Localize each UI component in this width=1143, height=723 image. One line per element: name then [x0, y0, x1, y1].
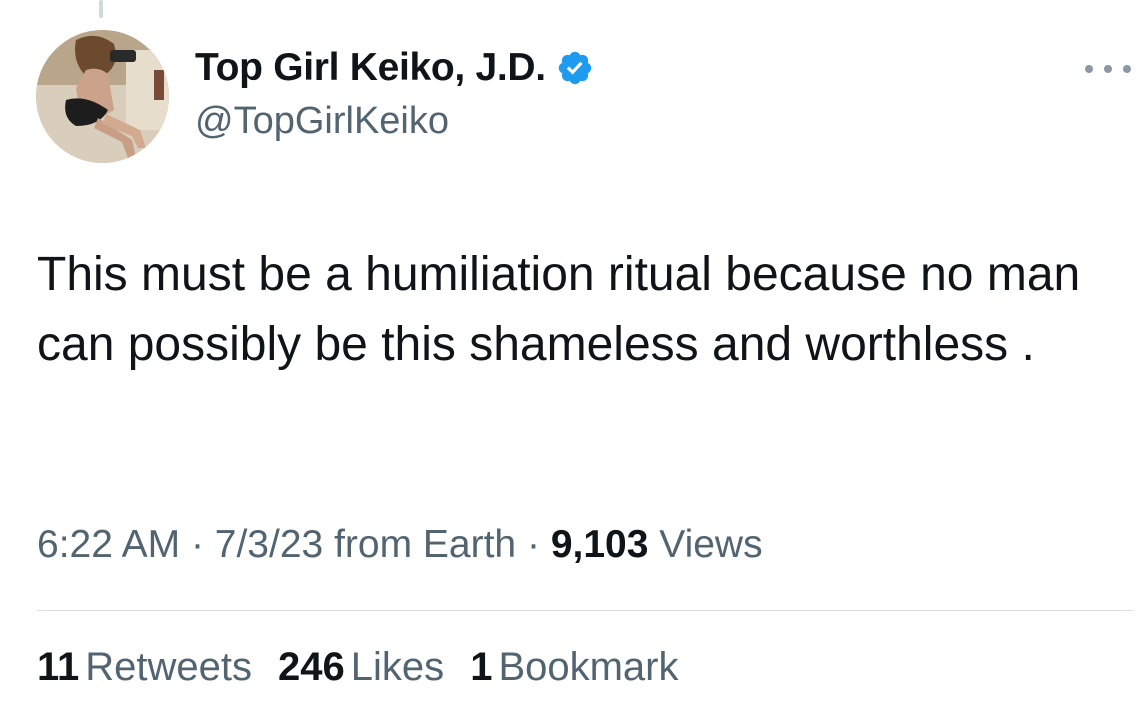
bookmarks-label: Bookmark	[498, 645, 679, 689]
verified-badge-icon	[556, 49, 594, 87]
author-display-name[interactable]: Top Girl Keiko, J.D.	[195, 46, 546, 90]
author-name-row[interactable]: Top Girl Keiko, J.D.	[195, 46, 594, 90]
more-dot	[1123, 65, 1131, 73]
likes-stat[interactable]: 246 Likes	[278, 645, 444, 690]
tweet-time[interactable]: 6:22 AM	[37, 523, 180, 566]
likes-count: 246	[278, 645, 345, 689]
bookmarks-count: 1	[470, 645, 493, 689]
retweets-label: Retweets	[85, 645, 253, 689]
views-label[interactable]: Views	[659, 523, 762, 566]
more-dot	[1085, 65, 1093, 73]
tweet-date[interactable]: 7/3/23	[215, 523, 323, 566]
views-count[interactable]: 9,103	[551, 523, 649, 566]
divider	[37, 610, 1133, 611]
more-dot	[1104, 65, 1112, 73]
avatar-image	[36, 30, 169, 163]
tweet-text: This must be a humiliation ritual becaus…	[37, 248, 1081, 371]
bookmarks-stat[interactable]: 1 Bookmark	[470, 645, 678, 690]
more-options-icon[interactable]	[1085, 58, 1131, 80]
author-handle[interactable]: @TopGirlKeiko	[195, 100, 449, 143]
tweet-meta: 6:22 AM · 7/3/23 from Earth · 9,103 View…	[37, 523, 763, 567]
tweet-source: from Earth	[334, 523, 517, 566]
retweets-count: 11	[37, 645, 80, 689]
thread-connector-line	[99, 0, 103, 18]
retweets-stat[interactable]: 11 Retweets	[37, 645, 252, 690]
meta-separator: ·	[190, 523, 204, 566]
meta-separator: ·	[526, 523, 540, 566]
engagement-stats: 11 Retweets 246 Likes 1 Bookmark	[37, 645, 705, 690]
avatar[interactable]	[36, 30, 169, 163]
likes-label: Likes	[350, 645, 445, 689]
